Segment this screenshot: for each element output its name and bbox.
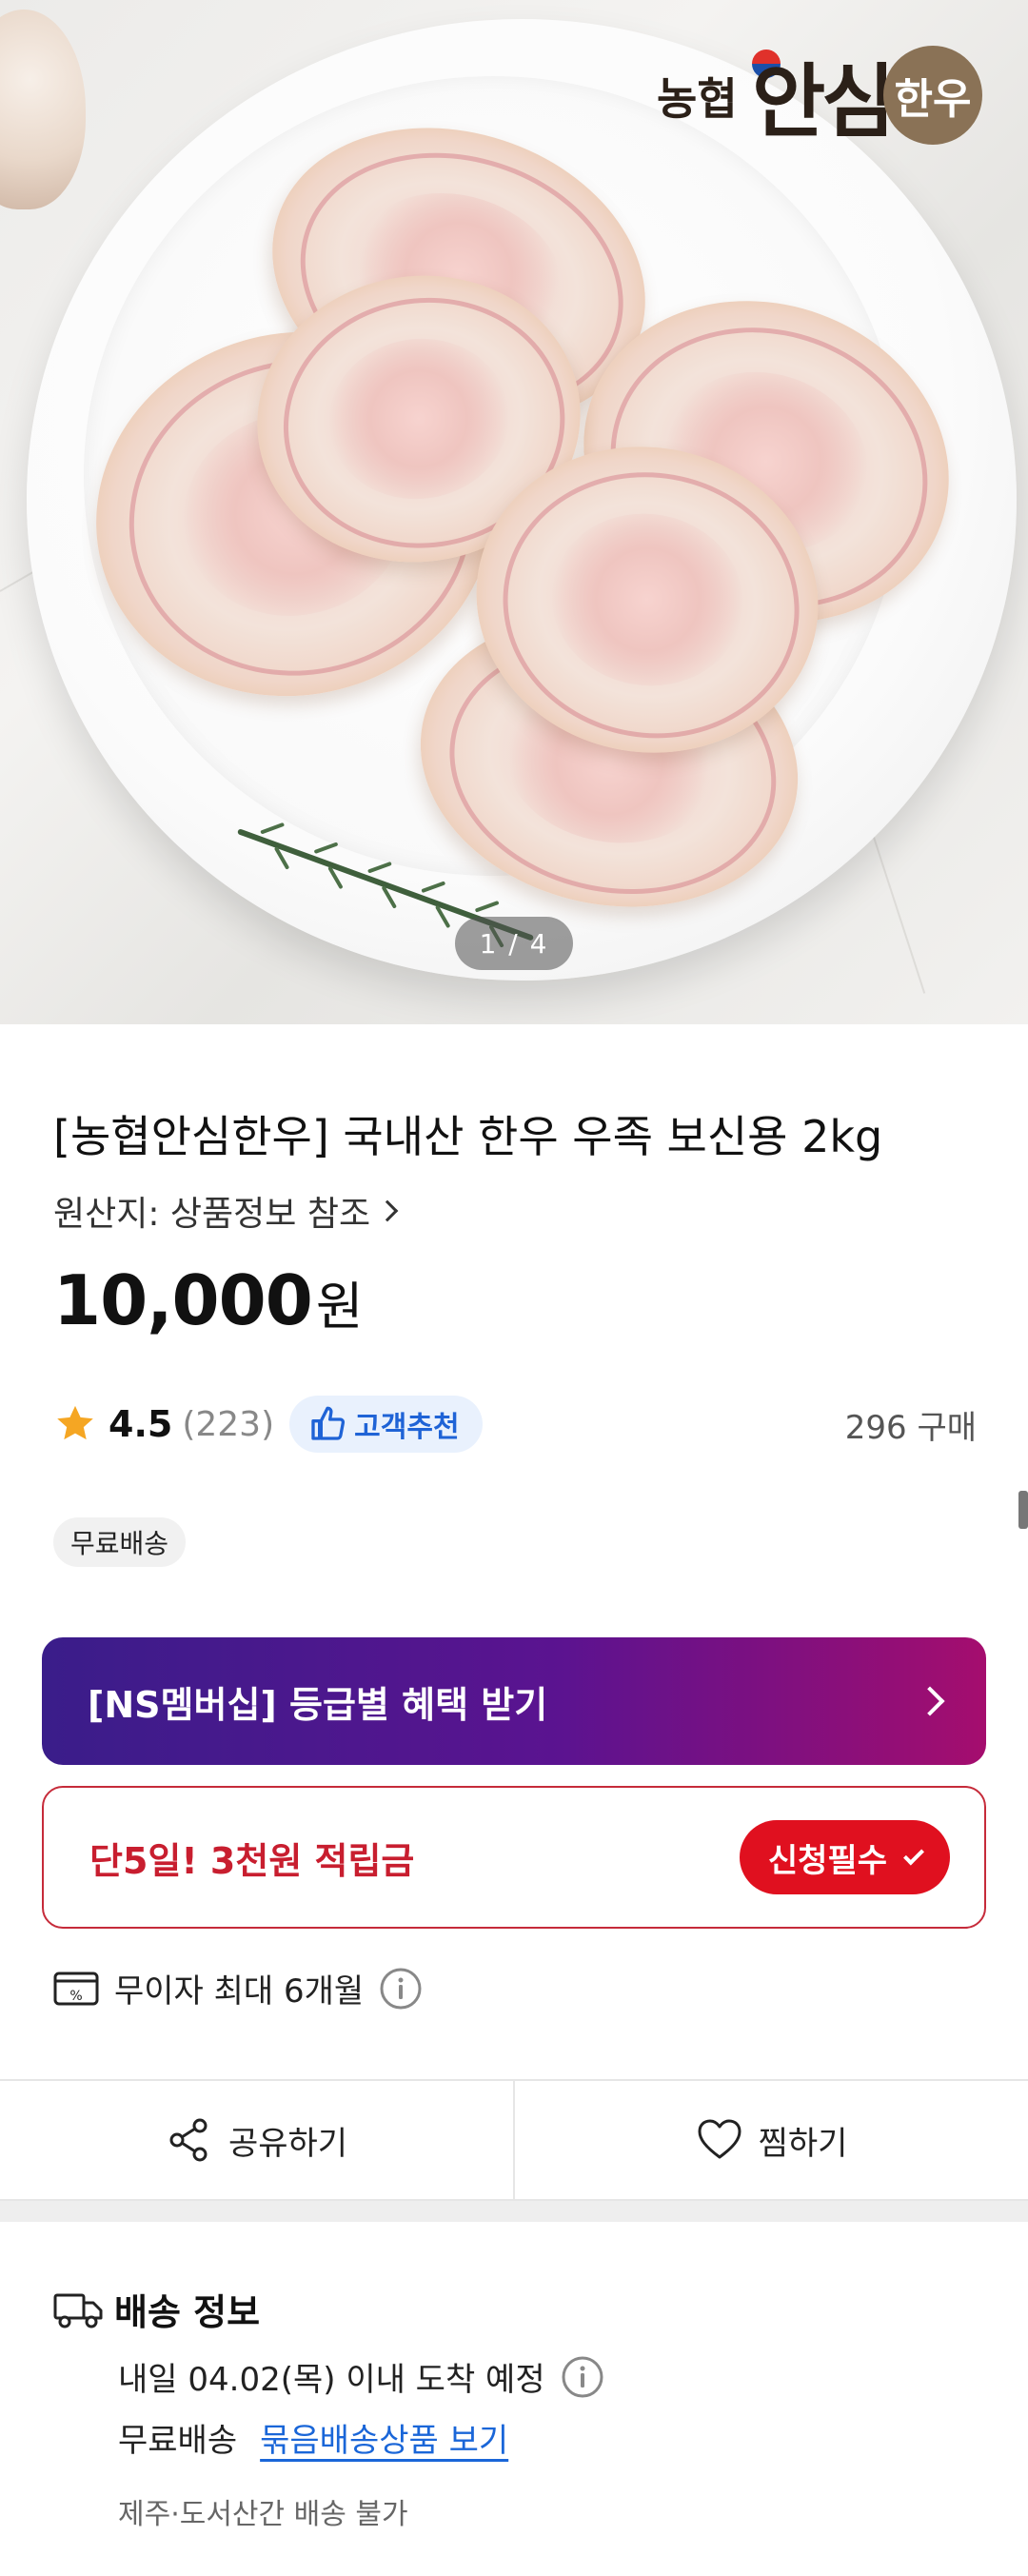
price: 10,000 원 [53, 1260, 364, 1340]
chevron-right-icon [376, 1199, 399, 1222]
logo-text-big: 안심 [752, 55, 896, 149]
review-count[interactable]: (223) [182, 1405, 274, 1444]
shipping-title: 배송 정보 [114, 2291, 261, 2333]
shipping-note: 제주·도서산간 배송 불가 [118, 2498, 408, 2531]
customer-recommend-badge: 고객추천 [289, 1396, 483, 1453]
price-value: 10,000 [53, 1260, 313, 1340]
svg-text:%: % [69, 1989, 82, 2004]
free-shipping-tag: 무료배송 [53, 1517, 187, 1567]
membership-banner[interactable]: [NS멤버십] 등급별 혜택 받기 [42, 1637, 986, 1765]
product-title: [농협안심한우] 국내산 한우 우족 보신용 2kg [53, 1111, 883, 1162]
installment-label: 무이자 최대 6개월 [114, 1972, 365, 2011]
purchase-count: 296 구매 [844, 1408, 977, 1447]
garlic-decoration [0, 10, 86, 209]
share-icon [169, 2118, 208, 2162]
rating-value[interactable]: 4.5 [109, 1403, 172, 1445]
shipping-free-row: 무료배송 묶음배송상품 보기 [118, 2414, 508, 2461]
membership-label: [NS멤버십] 등급별 혜택 받기 [88, 1683, 548, 1726]
brand-logo: 농협 안심 한우 [657, 36, 999, 150]
wishlist-label: 찜하기 [758, 2124, 848, 2163]
check-icon [903, 1844, 924, 1865]
info-icon[interactable] [561, 2355, 604, 2399]
scrollbar-thumb[interactable] [1018, 1491, 1028, 1529]
action-bar: 공유하기 찜하기 [0, 2079, 1028, 2201]
shipping-header: 배송 정보 [53, 2283, 260, 2335]
recommend-label: 고객추천 [354, 1411, 460, 1444]
bundle-shipping-link[interactable]: 묶음배송상품 보기 [260, 2414, 508, 2461]
free-shipping-label: 무료배송 [118, 2422, 238, 2460]
shipping-eta-row: 내일 04.02(목) 이내 도착 예정 [118, 2353, 604, 2400]
share-label: 공유하기 [227, 2124, 348, 2163]
share-button[interactable]: 공유하기 [0, 2081, 513, 2199]
origin-link[interactable]: 원산지: 상품정보 참조 [53, 1186, 399, 1236]
chevron-right-icon [915, 1686, 945, 1716]
wishlist-button[interactable]: 찜하기 [513, 2081, 1028, 2199]
origin-label: 원산지: 상품정보 참조 [53, 1195, 371, 1234]
star-icon [57, 1405, 93, 1440]
logo-text-small: 농협 [657, 73, 738, 125]
logo-text-circle: 한우 [883, 46, 982, 145]
point-promo-label: 단5일! 3천원 적립금 [89, 1839, 415, 1882]
shipping-eta: 내일 04.02(목) 이내 도착 예정 [118, 2361, 545, 2399]
price-unit: 원 [315, 1277, 364, 1337]
rating-row: 4.5 (223) 고객추천 296 구매 [53, 1394, 977, 1455]
heart-icon [698, 2119, 741, 2159]
card-percent-icon: % [53, 1972, 99, 2005]
truck-icon [53, 2293, 103, 2328]
info-icon[interactable] [379, 1967, 423, 2011]
apply-button-label: 신청필수 [767, 1841, 887, 1880]
product-image-carousel[interactable]: 농협 안심 한우 1 / 4 [0, 0, 1028, 1024]
thumbs-up-icon [311, 1406, 346, 1440]
apply-button[interactable]: 신청필수 [739, 1820, 950, 1894]
point-promo-box: 단5일! 3천원 적립금 신청필수 [42, 1786, 986, 1929]
section-divider [0, 2201, 1028, 2222]
installment-info: % 무이자 최대 6개월 [53, 1965, 423, 2011]
image-pager: 1 / 4 [455, 917, 573, 970]
